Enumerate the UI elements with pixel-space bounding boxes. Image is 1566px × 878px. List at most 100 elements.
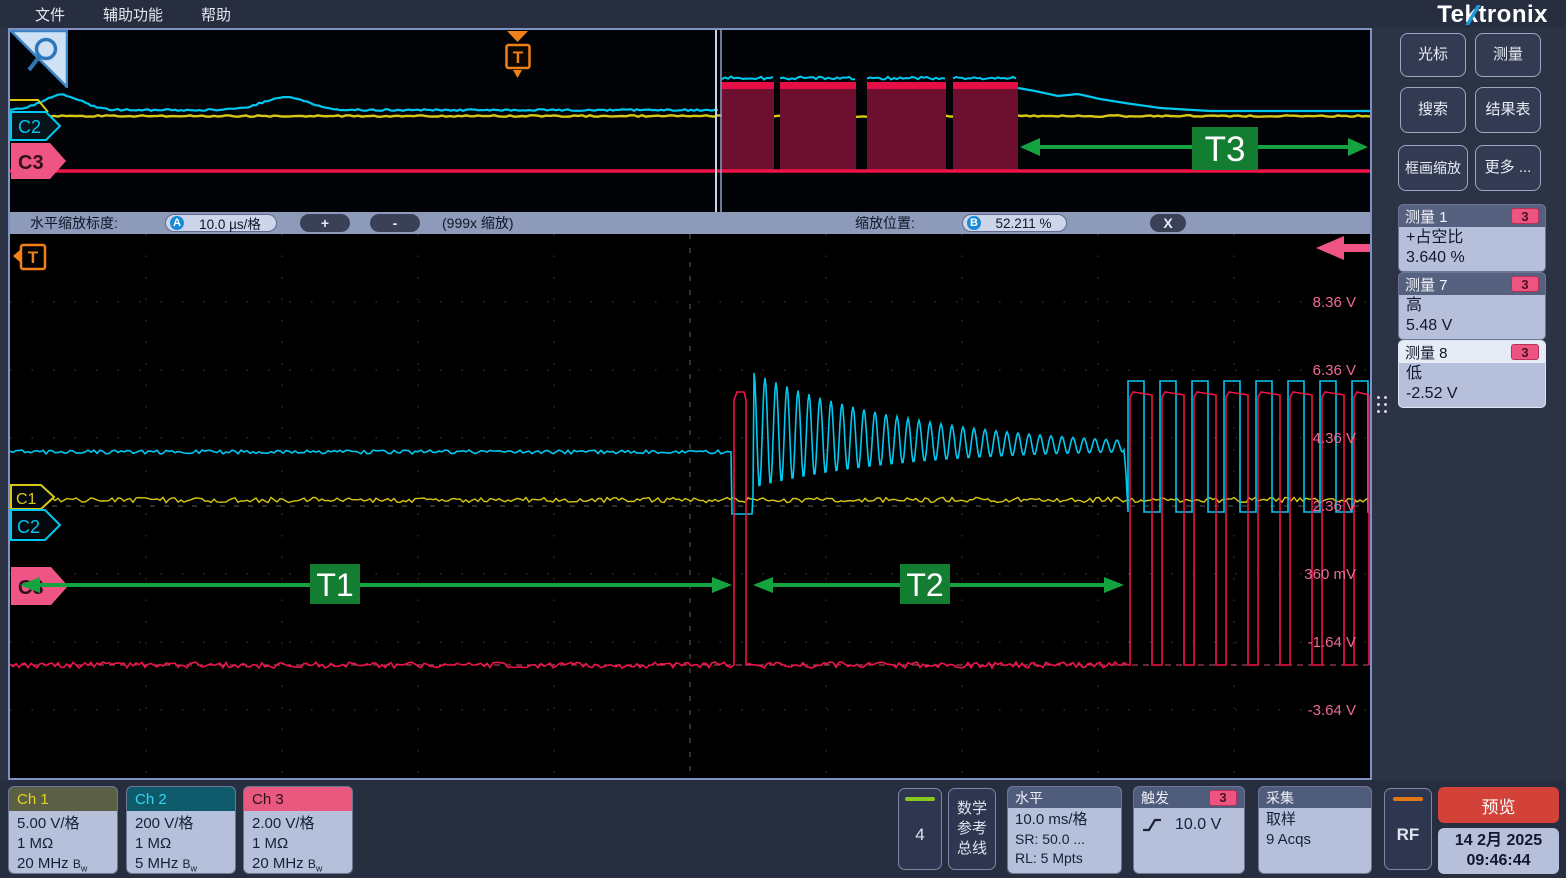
ch4-label: 4	[915, 801, 924, 869]
horizontal-title: 水平	[1008, 787, 1121, 808]
trigger-position-marker[interactable]: T	[13, 245, 45, 269]
zoom-scale-field[interactable]: A 10.0 µs/格	[165, 214, 277, 232]
measurement-name: 低	[1406, 364, 1538, 384]
channel-scale: 2.00 V/格	[252, 814, 344, 834]
svg-text:T2: T2	[906, 567, 943, 603]
cursors-button[interactable]: 光标	[1400, 33, 1466, 77]
menu-bar: 文件 辅助功能 帮助 Tektronix	[0, 0, 1566, 28]
zoom-scale-value: 10.0 µs/格	[188, 213, 272, 233]
measurement-value: -2.52 V	[1406, 384, 1538, 404]
svg-text:C2: C2	[17, 517, 40, 537]
acquisition-mode: 取样	[1266, 810, 1364, 830]
channel-label: Ch 2	[127, 787, 235, 811]
zoom-out-button[interactable]: -	[370, 214, 420, 232]
svg-text:T: T	[28, 248, 39, 267]
zoom-magnifier-icon[interactable]	[10, 30, 68, 88]
rising-edge-icon	[1141, 815, 1163, 835]
channel-badge-ch3[interactable]: Ch 3 2.00 V/格 1 MΩ 20 MHz Bw	[243, 786, 353, 874]
channel-bandwidth: 5 MHz Bw	[135, 854, 227, 874]
zoom-position-field[interactable]: B 52.211 %	[962, 214, 1067, 232]
horizontal-badge[interactable]: 水平 10.0 ms/格 SR: 50.0 ... RL: 5 Mpts	[1007, 786, 1122, 874]
svg-text:T1: T1	[316, 567, 353, 603]
waveform-display-frame: T C2 C3 T3	[8, 28, 1372, 780]
channel-label: Ch 1	[9, 787, 117, 811]
measurement-card-8[interactable]: 测量 8 3 低 -2.52 V	[1398, 340, 1546, 408]
channel-scale: 5.00 V/格	[17, 814, 109, 834]
rf-label: RF	[1397, 801, 1420, 869]
more-button[interactable]: 更多 ...	[1475, 145, 1541, 191]
zoom-scale-label: 水平缩放标度:	[30, 214, 118, 232]
overview-waveforms: T C2 C3 T3	[10, 30, 1370, 212]
date-text: 14 2月 2025	[1455, 831, 1542, 851]
zoom-in-button[interactable]: +	[300, 214, 350, 232]
voltage-label: 2.36 V	[1266, 497, 1356, 517]
menu-file[interactable]: 文件	[35, 4, 65, 25]
source-badge: 3	[1511, 344, 1539, 360]
svg-text:C1: C1	[16, 491, 37, 508]
search-button[interactable]: 搜索	[1400, 87, 1466, 133]
voltage-label: 8.36 V	[1266, 293, 1356, 313]
voltage-label: 360 mV	[1266, 565, 1356, 585]
channel-impedance: 1 MΩ	[135, 834, 227, 854]
voltage-label: -3.64 V	[1266, 701, 1356, 721]
acquisition-badge[interactable]: 采集 取样 9 Acqs	[1258, 786, 1372, 874]
measurement-name: +占空比	[1406, 228, 1538, 248]
channel-badge-ch4-off[interactable]: 4	[898, 788, 942, 870]
channel-bandwidth: 20 MHz Bw	[17, 854, 109, 874]
multipurpose-knob-a-icon: A	[170, 216, 184, 230]
svg-text:T: T	[513, 48, 524, 67]
voltage-label: 4.36 V	[1266, 429, 1356, 449]
sample-rate: SR: 50.0 ...	[1015, 830, 1114, 849]
measurement-value: 3.640 %	[1406, 248, 1538, 268]
overview-strip: T C2 C3 T3	[10, 30, 1370, 212]
oscilloscope-screen: 文件 辅助功能 帮助 Tektronix T	[0, 0, 1566, 878]
measurement-card-7[interactable]: 测量 7 3 高 5.48 V	[1398, 272, 1546, 340]
trigger-source-badge: 3	[1209, 790, 1237, 806]
menu-utility[interactable]: 辅助功能	[103, 4, 163, 25]
datetime-display: 14 2月 2025 09:46:44	[1438, 828, 1559, 874]
trigger-badge[interactable]: 触发 3 10.0 V	[1133, 786, 1245, 874]
measurement-title: 测量 1	[1405, 206, 1448, 227]
acquisition-count: 9 Acqs	[1266, 830, 1364, 850]
main-graticule: T C1 C2 C3	[10, 234, 1370, 778]
zoom-close-button[interactable]: X	[1150, 214, 1186, 232]
annotation-t2: T2	[753, 564, 1124, 604]
channel-scale: 200 V/格	[135, 814, 227, 834]
menu-help[interactable]: 帮助	[201, 4, 231, 25]
channel-badge-ch2[interactable]: Ch 2 200 V/格 1 MΩ 5 MHz Bw	[126, 786, 236, 874]
acquisition-title: 采集	[1259, 787, 1371, 808]
annotation-t3: T3	[1020, 127, 1368, 170]
multipurpose-knob-b-icon: B	[967, 216, 981, 230]
zoom-window-left-edge[interactable]	[716, 30, 721, 212]
measurement-card-1[interactable]: 测量 1 3 +占空比 3.640 %	[1398, 204, 1546, 272]
source-badge: 3	[1511, 208, 1539, 224]
zoom-control-bar: 水平缩放标度: A 10.0 µs/格 + - (999x 缩放) 缩放位置: …	[10, 212, 1370, 234]
channel-impedance: 1 MΩ	[252, 834, 344, 854]
math-ref-bus-badge[interactable]: 数学 参考 总线	[948, 788, 996, 870]
panel-drag-handle[interactable]	[1377, 396, 1387, 413]
svg-text:C2: C2	[18, 117, 41, 137]
zoom-factor-label: (999x 缩放)	[442, 214, 514, 232]
voltage-label: 6.36 V	[1266, 361, 1356, 381]
trigger-level-arrow[interactable]	[1316, 236, 1370, 260]
svg-text:C3: C3	[18, 152, 44, 174]
measurement-value: 5.48 V	[1406, 316, 1538, 336]
time-text: 09:46:44	[1466, 851, 1530, 871]
tektronix-logo: Tektronix	[1437, 1, 1548, 29]
channel-badge-ch1[interactable]: Ch 1 5.00 V/格 1 MΩ 20 MHz Bw	[8, 786, 118, 874]
rf-badge[interactable]: RF	[1384, 788, 1432, 870]
measurement-title: 测量 7	[1405, 274, 1448, 295]
main-waveforms: T C1 C2 C3	[10, 234, 1370, 778]
channel-tag-c1[interactable]: C1	[11, 485, 54, 509]
channel-label: Ch 3	[244, 787, 352, 811]
draw-box-zoom-button[interactable]: 框画缩放	[1398, 145, 1468, 191]
measure-button[interactable]: 测量	[1475, 33, 1541, 77]
channel-bandwidth: 20 MHz Bw	[252, 854, 344, 874]
overview-channel-tag-c3[interactable]: C3	[11, 143, 66, 179]
measurement-name: 高	[1406, 296, 1538, 316]
zoom-position-value: 52.211 %	[985, 216, 1062, 231]
results-table-button[interactable]: 结果表	[1475, 87, 1541, 133]
overview-trigger-marker[interactable]: T	[507, 31, 530, 78]
channel-tag-c2[interactable]: C2	[11, 510, 60, 540]
preview-status-button[interactable]: 预览	[1438, 787, 1559, 823]
